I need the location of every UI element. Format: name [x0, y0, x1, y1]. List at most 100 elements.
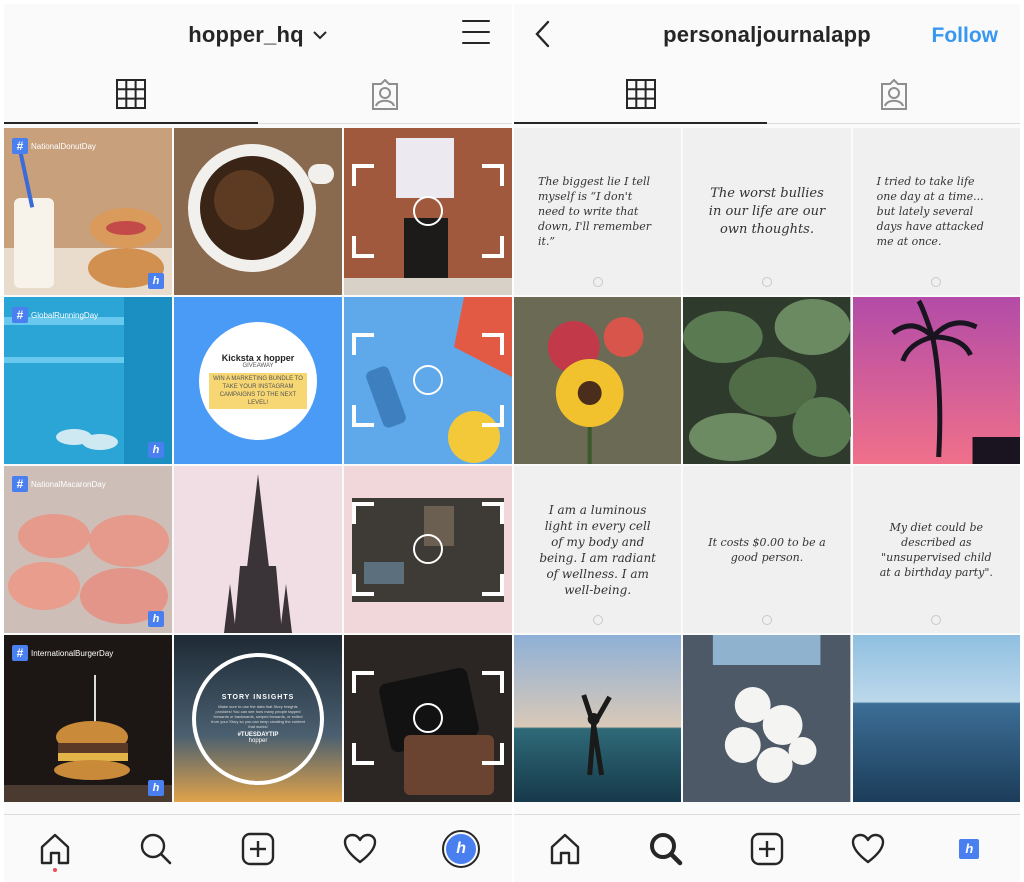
coffee-photo: [174, 128, 342, 295]
post-quote[interactable]: I am a luminous light in every cell of m…: [514, 466, 682, 633]
profile-tabs: [4, 66, 512, 124]
profile-header: hopper_hq: [4, 4, 512, 66]
post-grid: #NationalDonutDay h #GlobalRunningDay: [4, 128, 512, 802]
hashtag-badge: # NationalDonutDay: [12, 138, 96, 154]
journal-logo-icon: [761, 615, 772, 625]
avatar: h: [442, 829, 481, 868]
nav-home[interactable]: [30, 824, 80, 874]
account-switcher[interactable]: hopper_hq: [188, 22, 303, 48]
video-frame-icon: [352, 671, 504, 765]
profile-screen-personaljournal: personaljournalapp Follow The biggest li…: [514, 0, 1020, 882]
nav-search[interactable]: [641, 824, 691, 874]
nav-activity[interactable]: [843, 824, 893, 874]
grid-icon: [116, 79, 146, 109]
bottom-nav: h: [4, 814, 512, 882]
profile-icon: h: [959, 838, 980, 859]
hashtag-icon: #: [12, 476, 28, 492]
bottom-nav: h: [514, 814, 1020, 882]
video-frame-icon: [352, 333, 504, 427]
profile-tabs: [514, 66, 1020, 124]
profile-header: personaljournalapp Follow: [514, 4, 1020, 66]
giveaway-badge: Kicksta x hopper GIVEAWAY WIN A MARKETIN…: [199, 321, 317, 440]
journal-logo-icon: [592, 615, 603, 625]
nav-home[interactable]: [540, 824, 590, 874]
menu-icon[interactable]: [462, 20, 490, 46]
flowers-photo: [683, 635, 851, 802]
grid-icon: [625, 79, 656, 109]
nav-profile[interactable]: h: [944, 824, 994, 874]
heart-icon: [343, 833, 376, 863]
post-livingroom-video[interactable]: [344, 466, 512, 633]
brand-logo: h: [148, 780, 164, 796]
post-macaron[interactable]: # NationalMacaronDay h: [4, 466, 172, 633]
hashtag-icon: #: [12, 138, 28, 154]
post-burger[interactable]: # InternationalBurgerDay h: [4, 635, 172, 802]
journal-logo-icon: [761, 277, 772, 287]
heart-icon: [851, 833, 885, 863]
post-sea[interactable]: [852, 635, 1020, 802]
church-photo: [174, 466, 342, 633]
tab-tagged[interactable]: [767, 66, 1020, 124]
search-icon: [141, 833, 172, 864]
hashtag-icon: #: [12, 307, 28, 323]
post-lipstick-video[interactable]: [344, 297, 512, 464]
post-fireplace-video[interactable]: [344, 128, 512, 295]
post-sunflower[interactable]: [514, 297, 682, 464]
post-church[interactable]: [174, 466, 342, 633]
video-frame-icon: [352, 502, 504, 596]
nav-activity[interactable]: [335, 824, 385, 874]
post-wallet-video[interactable]: [344, 635, 512, 802]
post-donut[interactable]: # NationalDonutDay h: [4, 128, 172, 295]
hashtag-badge: # InternationalBurgerDay: [12, 645, 113, 661]
chevron-down-icon[interactable]: [312, 30, 328, 40]
tab-grid[interactable]: [4, 66, 258, 124]
tab-tagged[interactable]: [258, 66, 512, 124]
profile-username: personaljournalapp: [663, 22, 871, 47]
post-giveaway[interactable]: Kicksta x hopper GIVEAWAY WIN A MARKETIN…: [174, 297, 342, 464]
hashtag-badge: # GlobalRunningDay: [12, 307, 98, 323]
profile-screen-hopper: hopper_hq # NationalDonutDay h # GlobalR…: [4, 0, 512, 882]
brand-logo: h: [148, 442, 164, 458]
journal-logo-icon: [931, 277, 942, 287]
tagged-person-icon: [372, 78, 398, 110]
post-ocean-jump[interactable]: [514, 635, 682, 802]
home-icon: [550, 833, 579, 864]
sea-photo: [852, 635, 1020, 802]
hashtag-icon: #: [12, 645, 28, 661]
hashtag-badge: # NationalMacaronDay: [12, 476, 106, 492]
journal-logo-icon: [931, 615, 942, 625]
post-story-insights[interactable]: STORY INSIGHTS Make sure to use the data…: [174, 635, 342, 802]
post-flowers[interactable]: [683, 635, 851, 802]
story-insights-badge: STORY INSIGHTS Make sure to use the data…: [192, 652, 324, 785]
brand-logo: h: [148, 611, 164, 627]
journal-logo-icon: [592, 277, 603, 287]
ocean-jump-photo: [514, 635, 682, 802]
add-post-icon: [750, 832, 784, 865]
post-quote[interactable]: My diet could be described as "unsupervi…: [852, 466, 1020, 633]
leaves-photo: [683, 297, 851, 464]
search-icon-active: [649, 832, 683, 865]
nav-new-post[interactable]: [742, 824, 792, 874]
nav-profile[interactable]: h: [436, 824, 486, 874]
add-post-icon: [241, 832, 275, 865]
tab-grid[interactable]: [514, 66, 767, 124]
post-quote[interactable]: I tried to take life one day at a time..…: [852, 128, 1020, 295]
post-coffee[interactable]: [174, 128, 342, 295]
back-arrow-icon[interactable]: [534, 20, 552, 48]
sunflower-photo: [514, 297, 682, 464]
tagged-person-icon: [880, 78, 907, 110]
post-running[interactable]: # GlobalRunningDay h: [4, 297, 172, 464]
post-leaves[interactable]: [683, 297, 851, 464]
post-grid: The biggest lie I tell myself is “I don'…: [514, 128, 1020, 802]
notification-dot: [52, 867, 57, 872]
follow-button[interactable]: Follow: [932, 24, 999, 48]
post-quote[interactable]: The biggest lie I tell myself is “I don'…: [514, 128, 682, 295]
home-icon: [40, 833, 69, 864]
nav-search[interactable]: [131, 824, 181, 874]
nav-new-post[interactable]: [233, 824, 283, 874]
brand-logo: h: [148, 273, 164, 289]
palm-tree-photo: [852, 297, 1020, 464]
post-palm-tree[interactable]: [852, 297, 1020, 464]
post-quote[interactable]: It costs $0.00 to be a good person.: [683, 466, 851, 633]
post-quote[interactable]: The worst bullies in our life are our ow…: [683, 128, 851, 295]
